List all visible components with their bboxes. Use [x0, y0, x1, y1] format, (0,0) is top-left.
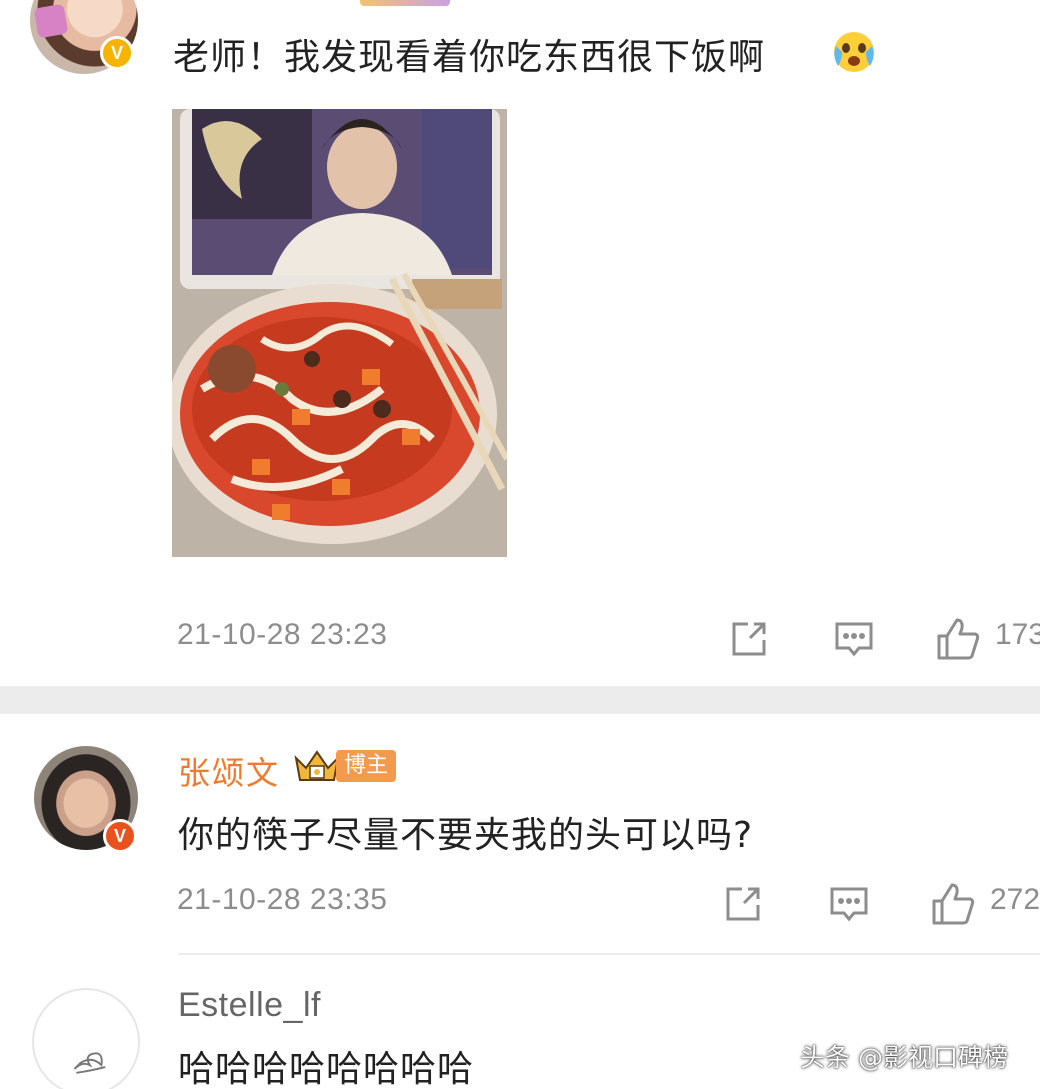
crying-laughing-face-icon [830, 28, 878, 74]
comment-text: 哈哈哈哈哈哈哈哈 [178, 1049, 475, 1089]
commenter-username[interactable]: Estelle_lf [178, 986, 321, 1025]
like-icon[interactable] [935, 616, 981, 662]
verified-badge-icon: V [100, 36, 134, 70]
attached-food-photo[interactable] [172, 109, 507, 557]
comment-divider [178, 953, 1040, 955]
share-icon[interactable] [728, 618, 770, 660]
comment-icon[interactable] [828, 883, 870, 925]
verified-badge-icon: V [103, 819, 137, 853]
comment-timestamp: 21-10-28 23:35 [177, 883, 388, 916]
user-level-badge [360, 0, 450, 6]
like-count: 173 [995, 618, 1040, 651]
comment-icon[interactable] [833, 618, 875, 660]
source-watermark: 头条 @影视口碑榜 [800, 1043, 1008, 1072]
blogger-badge: 博主 [336, 750, 397, 782]
comment-text: 你的筷子尽量不要夹我的头可以吗? [178, 815, 754, 856]
crown-icon [292, 746, 342, 784]
like-count: 272 [990, 883, 1040, 916]
section-divider [0, 686, 1040, 714]
commenter-username[interactable]: 张颂文 [178, 748, 280, 794]
comment-timestamp: 21-10-28 23:23 [177, 618, 388, 651]
commenter-avatar[interactable] [32, 988, 140, 1089]
comment-text: 老师！我发现看着你吃东西很下饭啊 [173, 37, 766, 78]
share-icon[interactable] [722, 883, 764, 925]
like-icon[interactable] [930, 881, 976, 927]
